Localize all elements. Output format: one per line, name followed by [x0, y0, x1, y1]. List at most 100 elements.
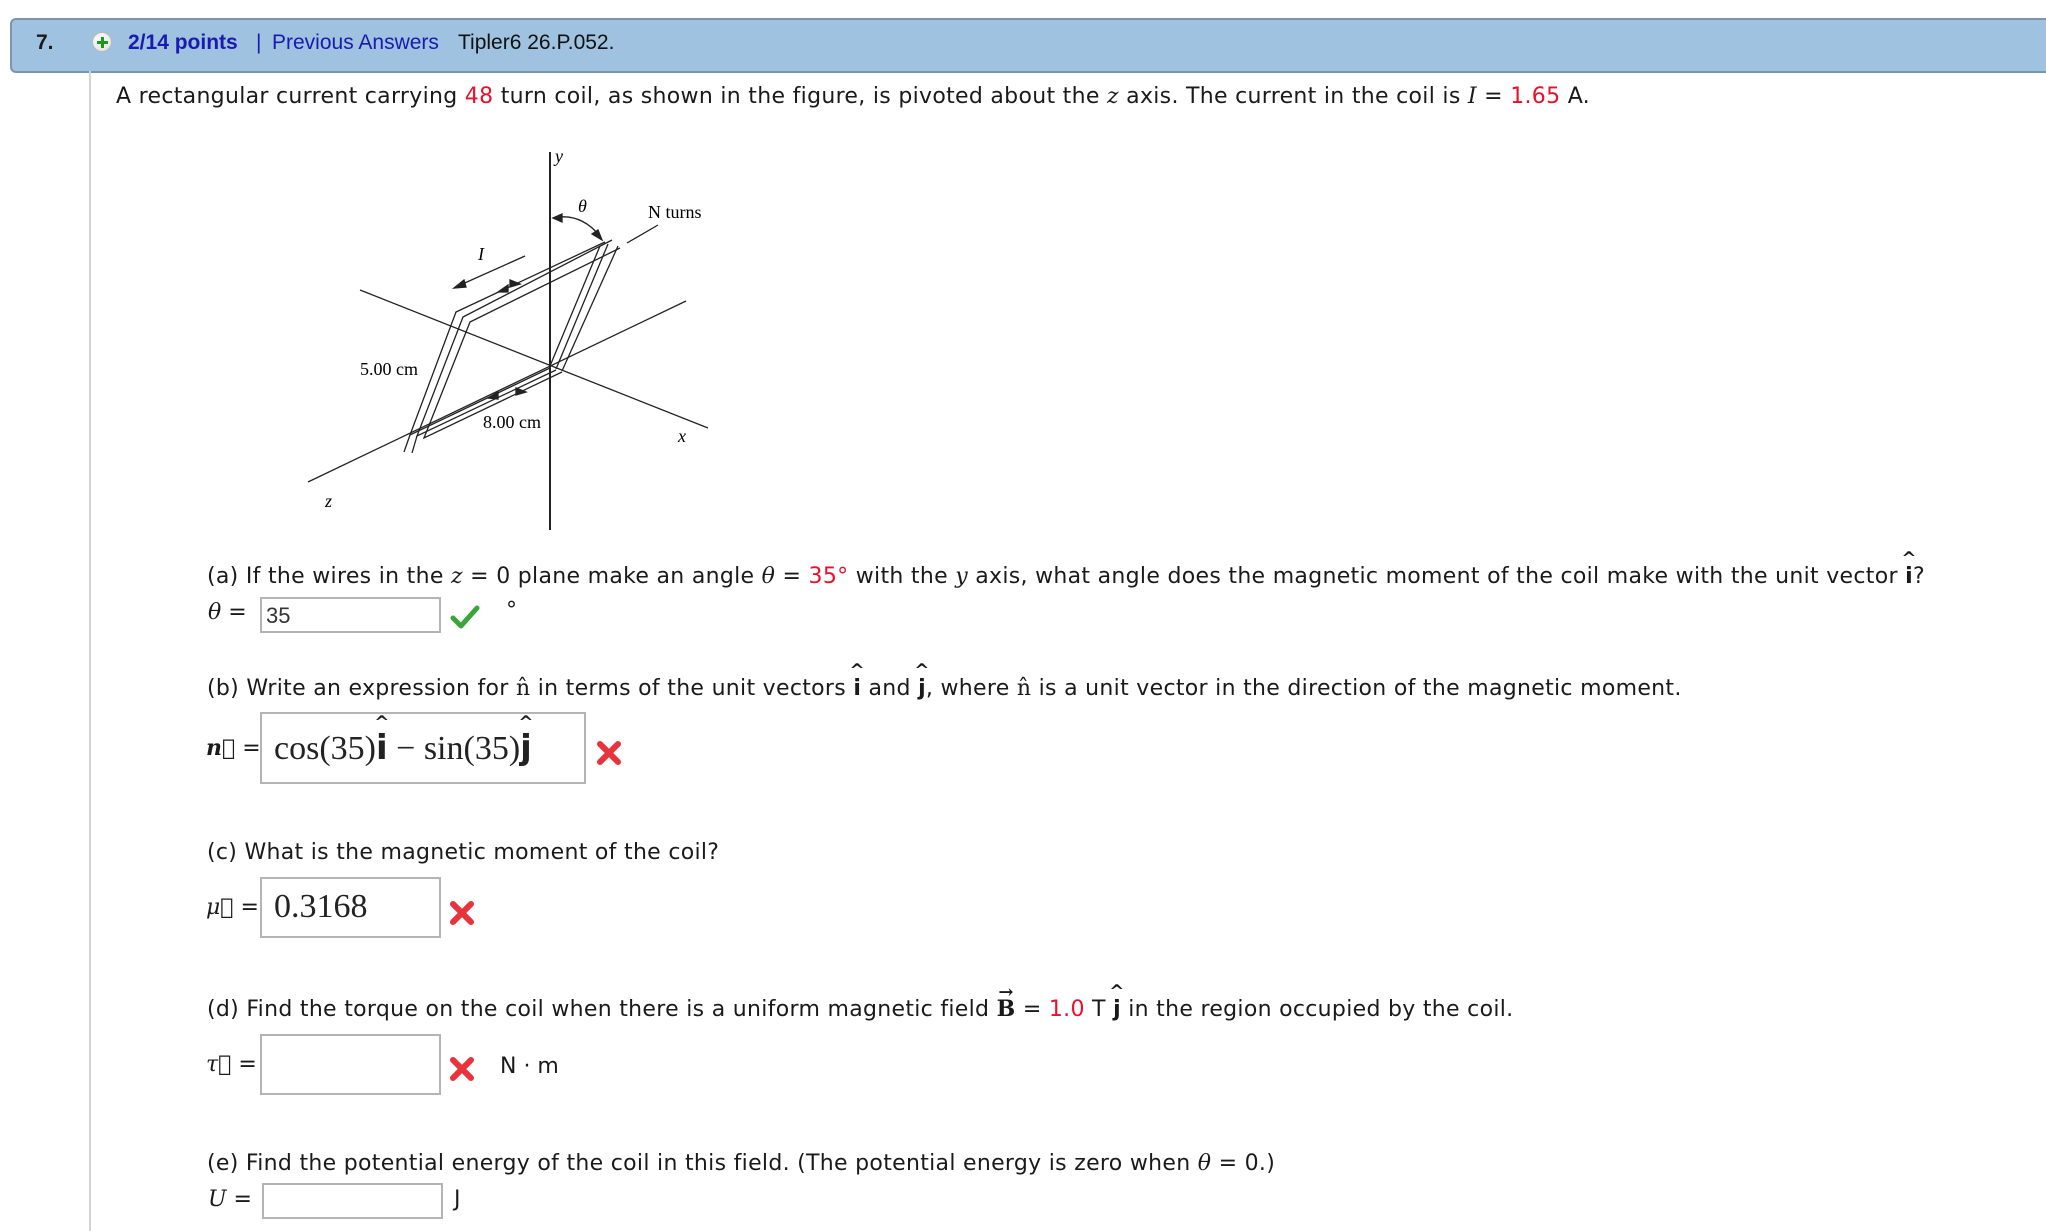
current-label: I	[477, 244, 485, 264]
current-symbol: I	[1467, 84, 1477, 109]
theta-label: θ	[578, 196, 587, 216]
equals-sign: =	[1476, 84, 1511, 109]
side-length-8cm: 8.00 cm	[483, 412, 541, 432]
part-c-question: (c) What is the magnetic moment of the c…	[207, 840, 720, 865]
arrow-head	[551, 212, 563, 224]
part-c-answer-input[interactable]: 0.3168	[260, 877, 441, 938]
part-c-answer-value[interactable]: 0.3168	[274, 888, 368, 926]
plus-circle-icon[interactable]	[92, 32, 112, 52]
part-b-label: n⃗ =	[206, 735, 261, 761]
wire-arrow	[515, 387, 528, 396]
checkmark-icon	[450, 605, 480, 629]
current-arrow-head	[451, 278, 467, 289]
part-a-label: θ =	[208, 600, 247, 625]
turns-value: 48	[464, 84, 494, 109]
theta-symbol: θ	[208, 600, 222, 625]
part-d-unit: N · m	[500, 1054, 559, 1079]
question-text: (d) Find the torque on the coil when the…	[207, 997, 997, 1022]
current-unit: A.	[1560, 84, 1590, 109]
z-axis	[307, 300, 687, 483]
question-number: 7.	[36, 31, 54, 54]
header-separator: |	[256, 31, 262, 54]
intro-text: turn coil, as shown in the figure, is pi…	[493, 84, 1107, 109]
z-symbol: z	[450, 564, 463, 589]
theta-symbol: θ	[1197, 1151, 1212, 1176]
equals-sign: =	[242, 736, 261, 761]
z-axis-label: z	[324, 491, 332, 511]
unit-vector-i: i	[376, 728, 388, 768]
u-symbol: U	[208, 1187, 227, 1212]
y-symbol: y	[955, 564, 968, 589]
points-link[interactable]: 2/14 points	[128, 31, 238, 55]
part-a-question: (a) If the wires in the z = 0 plane make…	[207, 564, 1925, 589]
question-text: =	[775, 564, 809, 589]
question-text: axis, what angle does the magnetic momen…	[967, 564, 1906, 589]
part-e-question: (e) Find the potential energy of the coi…	[207, 1151, 1275, 1176]
intro-text: axis. The current in the coil is	[1118, 84, 1468, 109]
field-value: 1.0	[1048, 997, 1085, 1022]
current-value: 1.65	[1510, 84, 1561, 109]
question-text: = 0 plane make an angle	[462, 564, 762, 589]
cross-icon	[597, 741, 621, 765]
wire-arrow	[509, 279, 522, 288]
part-d-label: τ⃗ =	[206, 1052, 257, 1077]
question-text: with the	[848, 564, 956, 589]
cross-icon	[450, 1057, 474, 1081]
question-text: and	[861, 676, 919, 701]
part-e-answer-input[interactable]	[262, 1183, 443, 1219]
part-d-answer-input[interactable]	[260, 1034, 441, 1095]
tau-vector-symbol: τ⃗	[206, 1052, 232, 1077]
question-text: =	[1015, 997, 1049, 1022]
part-e-label: U =	[208, 1187, 252, 1212]
turns-leader-line	[626, 224, 659, 244]
part-b-question: (b) Write an expression for n̂ in terms …	[207, 676, 1682, 701]
question-text: = 0.)	[1211, 1151, 1276, 1176]
question-text: in the region occupied by the coil.	[1120, 997, 1514, 1022]
mu-vector-symbol: μ⃗	[206, 895, 234, 920]
n-vector-symbol: n⃗	[206, 735, 236, 761]
answer-term: −	[387, 730, 424, 767]
part-b-answer-value[interactable]: cos(35)i − sin(35)j	[274, 728, 532, 768]
x-axis-label: x	[677, 426, 686, 446]
part-c-label: μ⃗ =	[206, 895, 259, 920]
unit-vector-n: n̂	[515, 676, 531, 701]
b-vector-symbol: → B	[996, 982, 1016, 1022]
answer-term: cos(35)	[274, 730, 376, 767]
question-text: , where	[925, 676, 1017, 701]
y-axis-label: y	[553, 146, 563, 166]
axis-symbol: z	[1106, 84, 1119, 109]
n-turns-label: N turns	[648, 202, 702, 222]
equals-sign: =	[233, 1187, 252, 1212]
unit-vector-j: j	[918, 676, 926, 701]
problem-statement: A rectangular current carrying 48 turn c…	[116, 84, 1590, 109]
question-text: (b) Write an expression for	[207, 676, 516, 701]
part-a-answer-value[interactable]: 35	[266, 603, 290, 629]
question-left-border	[89, 71, 91, 1231]
problem-reference: Tipler6 26.P.052.	[458, 31, 615, 54]
intro-text: A rectangular current carrying	[116, 84, 465, 109]
question-text: is a unit vector in the direction of the…	[1031, 676, 1682, 701]
equals-sign: =	[238, 1052, 257, 1077]
previous-answers-link[interactable]: Previous Answers	[272, 31, 439, 55]
wire-arrow	[495, 283, 509, 293]
unit-vector-i: i	[853, 676, 861, 701]
given-angle: 35°	[808, 564, 849, 589]
theta-symbol: θ	[761, 564, 776, 589]
answer-term: sin(35)	[423, 730, 521, 767]
coil-figure: y x z θ N turns I 5.00 cm 8.00 cm	[307, 146, 709, 530]
equals-sign: =	[228, 600, 247, 625]
unit-vector-n: n̂	[1016, 676, 1032, 701]
arrow-head	[590, 229, 604, 242]
part-d-question: (d) Find the torque on the coil when the…	[207, 982, 1514, 1022]
part-b-answer-input[interactable]: cos(35)i − sin(35)j	[260, 712, 586, 784]
question-text: (a) If the wires in the	[207, 564, 451, 589]
part-e-unit: J	[454, 1187, 461, 1212]
equals-sign: =	[240, 895, 259, 920]
question-text: in terms of the unit vectors	[530, 676, 854, 701]
cross-icon	[450, 901, 474, 925]
unit-vector-i: i	[1905, 564, 1913, 589]
part-a-unit: °	[506, 598, 517, 623]
part-a-answer-input[interactable]: 35	[260, 597, 441, 633]
side-length-5cm: 5.00 cm	[360, 359, 418, 379]
question-text: (e) Find the potential energy of the coi…	[207, 1151, 1198, 1176]
